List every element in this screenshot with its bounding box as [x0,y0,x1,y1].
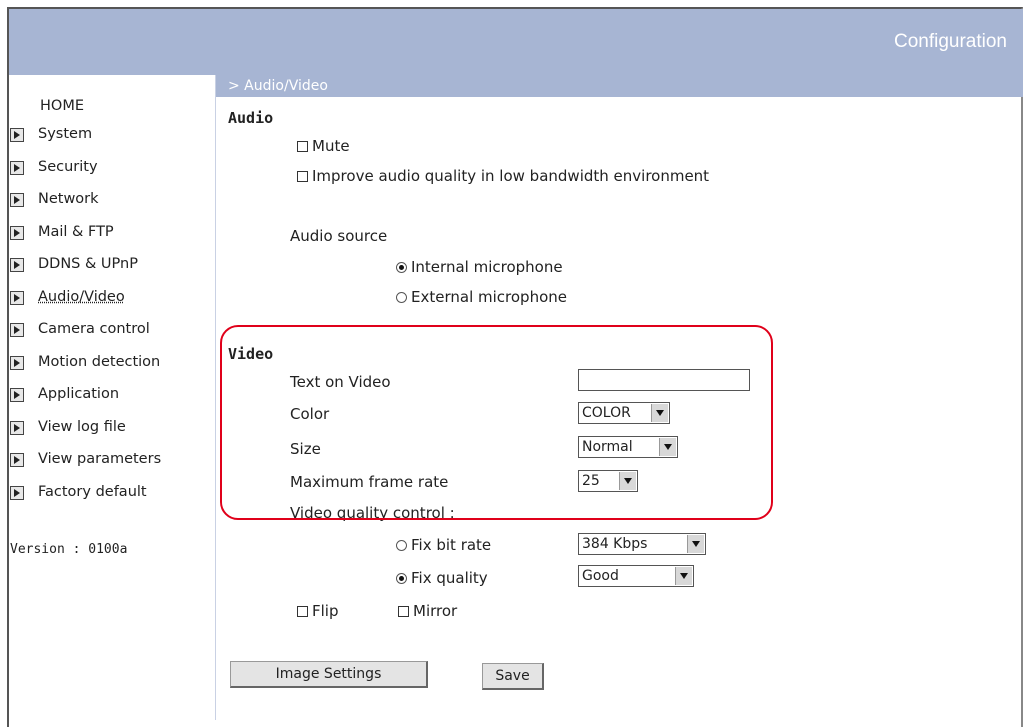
page-title: Configuration [893,31,1007,52]
sidebar-item-ddns-upnp[interactable]: DDNS & UPnP [10,256,161,289]
improve-audio-label: Improve audio quality in low bandwidth e… [312,167,710,185]
sidebar-item-label: View log file [38,418,126,435]
bit-rate-select-value: 384 Kbps [582,536,648,552]
fix-quality-label: Fix quality [411,569,488,587]
improve-audio-option[interactable]: Improve audio quality in low bandwidth e… [297,167,709,185]
sidebar-item-label: Security [38,158,98,175]
audio-source-label: Audio source [290,227,388,245]
breadcrumb-bar: > Audio/Video [216,75,1023,97]
fix-bit-rate-option[interactable]: Fix bit rate [396,536,491,554]
sidebar-item-label: Motion detection [38,353,161,370]
mirror-option[interactable]: Mirror [398,602,457,620]
sidebar-item-application[interactable]: Application [10,386,161,419]
sidebar-item-label: Application [38,386,120,402]
sidebar-item-label: Mail & FTP [38,223,114,240]
sidebar-item-label: Network [38,191,99,207]
sidebar-item-label: Audio/Video [38,288,125,305]
quality-select[interactable]: Good [578,565,694,587]
fix-quality-option[interactable]: Fix quality [396,569,488,587]
external-microphone-radio[interactable] [396,292,407,303]
fix-bit-rate-label: Fix bit rate [411,536,492,554]
arrow-right-icon [10,225,24,240]
chevron-down-icon[interactable] [675,567,692,585]
external-microphone-label: External microphone [411,288,567,306]
sidebar-item-network[interactable]: Network [10,191,161,224]
audio-heading: Audio [228,109,274,127]
sidebar-item-view-log-file[interactable]: View log file [10,419,161,452]
flip-label: Flip [312,602,339,620]
mirror-label: Mirror [413,602,458,620]
sidebar-item-view-parameters[interactable]: View parameters [10,451,161,484]
sidebar-nav: System Security Network Mail & FTP DDNS … [10,126,161,516]
arrow-right-icon [10,160,24,175]
sidebar-item-camera-control[interactable]: Camera control [10,321,161,354]
arrow-right-icon [10,355,24,370]
fix-bit-rate-radio[interactable] [396,540,407,551]
internal-microphone-radio[interactable] [396,262,407,273]
fix-quality-radio[interactable] [396,573,407,584]
arrow-right-icon [10,420,24,435]
arrow-right-icon [10,485,24,500]
arrow-right-icon [10,453,24,467]
sidebar-item-motion-detection[interactable]: Motion detection [10,354,161,387]
arrow-right-icon [10,323,24,337]
sidebar-home-link[interactable]: HOME [40,98,84,114]
sidebar-item-mail-ftp[interactable]: Mail & FTP [10,224,161,257]
improve-audio-checkbox[interactable] [297,171,308,182]
sidebar-item-label: Camera control [38,321,150,337]
mirror-checkbox[interactable] [398,606,409,617]
sidebar-item-security[interactable]: Security [10,159,161,192]
video-section-highlight [220,325,773,520]
arrow-right-icon [10,128,24,142]
arrow-right-icon [10,290,24,305]
sidebar-item-factory-default[interactable]: Factory default [10,484,161,517]
breadcrumb: > Audio/Video [228,78,328,94]
mute-option[interactable]: Mute [297,137,350,155]
mute-checkbox[interactable] [297,141,308,152]
save-button[interactable]: Save [482,663,544,690]
mute-label: Mute [312,137,350,155]
chevron-down-icon[interactable] [687,535,704,553]
arrow-right-icon [10,388,24,402]
sidebar-item-audio-video[interactable]: Audio/Video [10,289,161,322]
sidebar-item-label: System [38,126,93,142]
external-microphone-option[interactable]: External microphone [396,288,567,306]
arrow-right-icon [10,193,24,207]
sidebar-item-system[interactable]: System [10,126,161,159]
arrow-right-icon [10,258,24,272]
sidebar-divider [215,75,216,720]
flip-checkbox[interactable] [297,606,308,617]
flip-option[interactable]: Flip [297,602,338,620]
sidebar-item-label: View parameters [38,451,162,467]
bit-rate-select[interactable]: 384 Kbps [578,533,706,555]
image-settings-button[interactable]: Image Settings [230,661,428,688]
internal-microphone-label: Internal microphone [411,258,563,276]
quality-select-value: Good [582,568,619,584]
header-bar: Configuration [9,9,1023,75]
version-label: Version : 0100a [10,542,128,557]
internal-microphone-option[interactable]: Internal microphone [396,258,563,276]
sidebar-item-label: Factory default [38,483,147,500]
sidebar-item-label: DDNS & UPnP [38,256,138,272]
